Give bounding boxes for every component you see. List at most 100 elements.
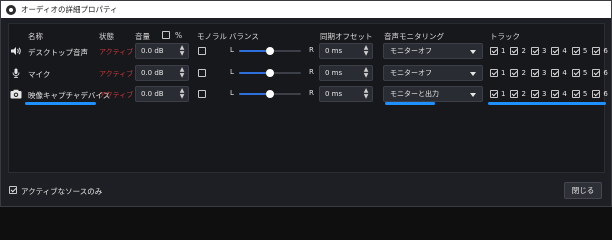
header-name: 名称 (28, 32, 43, 41)
track-number: 4 (562, 90, 567, 98)
track-checkbox[interactable] (592, 47, 601, 55)
chevron-down-icon[interactable]: ▼ (364, 51, 369, 57)
track-checkbox[interactable] (551, 69, 560, 77)
track-number: 1 (501, 47, 506, 55)
track-number: 5 (582, 47, 588, 55)
track-number: 4 (562, 47, 567, 55)
active-sources-only-checkbox[interactable] (9, 186, 17, 194)
chevron-down-icon[interactable]: ▼ (180, 73, 185, 79)
chevron-down-icon (470, 72, 476, 76)
track-checkbox[interactable] (510, 69, 519, 77)
chevron-down-icon[interactable]: ▼ (364, 94, 369, 100)
window-title: オーディオの詳細プロパティ (21, 5, 118, 14)
status-label: アクティブ (99, 70, 134, 78)
percent-checkbox[interactable] (162, 31, 170, 39)
title-bar: オーディオの詳細プロパティ (1, 1, 611, 18)
track-checkbox[interactable] (490, 90, 498, 98)
chevron-down-icon[interactable]: ▼ (364, 73, 369, 79)
balance-knob[interactable] (266, 47, 274, 55)
spin-arrows[interactable]: ▲ ▼ (178, 45, 186, 57)
track-number: 2 (521, 47, 526, 55)
audio-properties-window: オーディオの詳細プロパティ 名称 状態 音量 % モノラル バランス 同期オフセ… (0, 0, 612, 207)
track-checkbox[interactable] (530, 47, 539, 55)
monitoring-value: モニターオフ (390, 69, 432, 77)
balance-left-label: L (230, 68, 234, 76)
header-percent: % (175, 31, 183, 40)
mono-checkbox[interactable] (198, 69, 206, 77)
balance-right-label: R (309, 68, 314, 76)
spin-arrows[interactable]: ▲ ▼ (362, 88, 370, 100)
obs-app-icon (6, 4, 16, 15)
monitoring-dropdown[interactable]: モニターオフ (383, 65, 483, 81)
header-mono: モノラル (197, 32, 227, 41)
highlight-underline-source-name (25, 102, 96, 105)
balance-right-label: R (309, 46, 314, 54)
sync-offset-spinbox[interactable]: 0 ms ▲ ▼ (319, 86, 373, 102)
spin-arrows[interactable]: ▲ ▼ (362, 45, 370, 57)
status-label: アクティブ (99, 91, 134, 99)
header-sync-offset: 同期オフセット (320, 32, 373, 41)
balance-slider[interactable]: L R (230, 89, 316, 99)
balance-track[interactable] (239, 47, 301, 55)
active-sources-only-label: アクティブなソースのみ (21, 187, 103, 196)
mono-checkbox[interactable] (198, 90, 206, 98)
header-tracks: トラック (490, 32, 520, 41)
balance-track[interactable] (239, 69, 301, 77)
volume-spinbox[interactable]: 0.0 dB ▲ ▼ (135, 86, 189, 102)
spin-arrows[interactable]: ▲ ▼ (178, 67, 186, 79)
volume-spinbox[interactable]: 0.0 dB ▲ ▼ (135, 65, 189, 81)
balance-slider[interactable]: L R (230, 68, 316, 78)
track-checkbox[interactable] (530, 69, 539, 77)
track-number: 3 (541, 90, 547, 98)
track-checkbox[interactable] (571, 90, 580, 98)
chevron-down-icon (470, 50, 476, 54)
close-button[interactable]: 閉じる (564, 182, 602, 199)
sync-offset-spinbox[interactable]: 0 ms ▲ ▼ (319, 65, 373, 81)
spin-arrows[interactable]: ▲ ▼ (362, 67, 370, 79)
track-checkboxes: 1 2 3 4 5 6 (490, 46, 612, 56)
track-number: 6 (603, 90, 608, 98)
source-name: マイク (28, 70, 51, 79)
balance-slider[interactable]: L R (230, 46, 316, 56)
balance-track[interactable] (239, 90, 301, 98)
volume-value: 0.0 dB (141, 90, 164, 98)
track-number: 1 (501, 90, 506, 98)
spin-arrows[interactable]: ▲ ▼ (178, 88, 186, 100)
track-checkbox[interactable] (571, 69, 580, 77)
track-checkbox[interactable] (510, 90, 519, 98)
track-checkbox[interactable] (551, 90, 560, 98)
camera-icon (10, 89, 22, 99)
balance-right-label: R (309, 89, 314, 97)
track-checkbox[interactable] (592, 90, 601, 98)
track-checkbox[interactable] (551, 47, 560, 55)
header-balance: バランス (229, 32, 259, 41)
track-checkbox[interactable] (510, 47, 519, 55)
track-number: 5 (582, 69, 588, 77)
monitoring-dropdown[interactable]: モニターと出力 (383, 86, 483, 102)
track-checkboxes: 1 2 3 4 5 6 (490, 89, 612, 99)
highlight-underline-monitoring (385, 102, 435, 105)
track-number: 3 (541, 69, 547, 77)
chevron-down-icon[interactable]: ▼ (180, 94, 185, 100)
sync-offset-spinbox[interactable]: 0 ms ▲ ▼ (319, 43, 373, 59)
track-checkbox[interactable] (490, 69, 498, 77)
volume-spinbox[interactable]: 0.0 dB ▲ ▼ (135, 43, 189, 59)
header-volume: 音量 (135, 32, 150, 41)
header-monitoring: 音声モニタリング (384, 32, 444, 41)
mono-checkbox[interactable] (198, 47, 206, 55)
balance-knob[interactable] (266, 90, 274, 98)
volume-value: 0.0 dB (141, 69, 164, 77)
track-checkbox[interactable] (530, 90, 539, 98)
track-checkbox[interactable] (490, 47, 498, 55)
track-checkbox[interactable] (571, 47, 580, 55)
balance-knob[interactable] (266, 69, 274, 77)
microphone-icon (12, 68, 20, 78)
track-number: 2 (521, 90, 526, 98)
source-name: 映像キャプチャデバイス (28, 91, 111, 100)
monitoring-dropdown[interactable]: モニターオフ (383, 43, 483, 59)
header-status: 状態 (99, 32, 114, 41)
chevron-down-icon[interactable]: ▼ (180, 51, 185, 57)
track-checkbox[interactable] (592, 69, 601, 77)
speaker-icon (11, 47, 21, 55)
track-number: 3 (541, 47, 547, 55)
